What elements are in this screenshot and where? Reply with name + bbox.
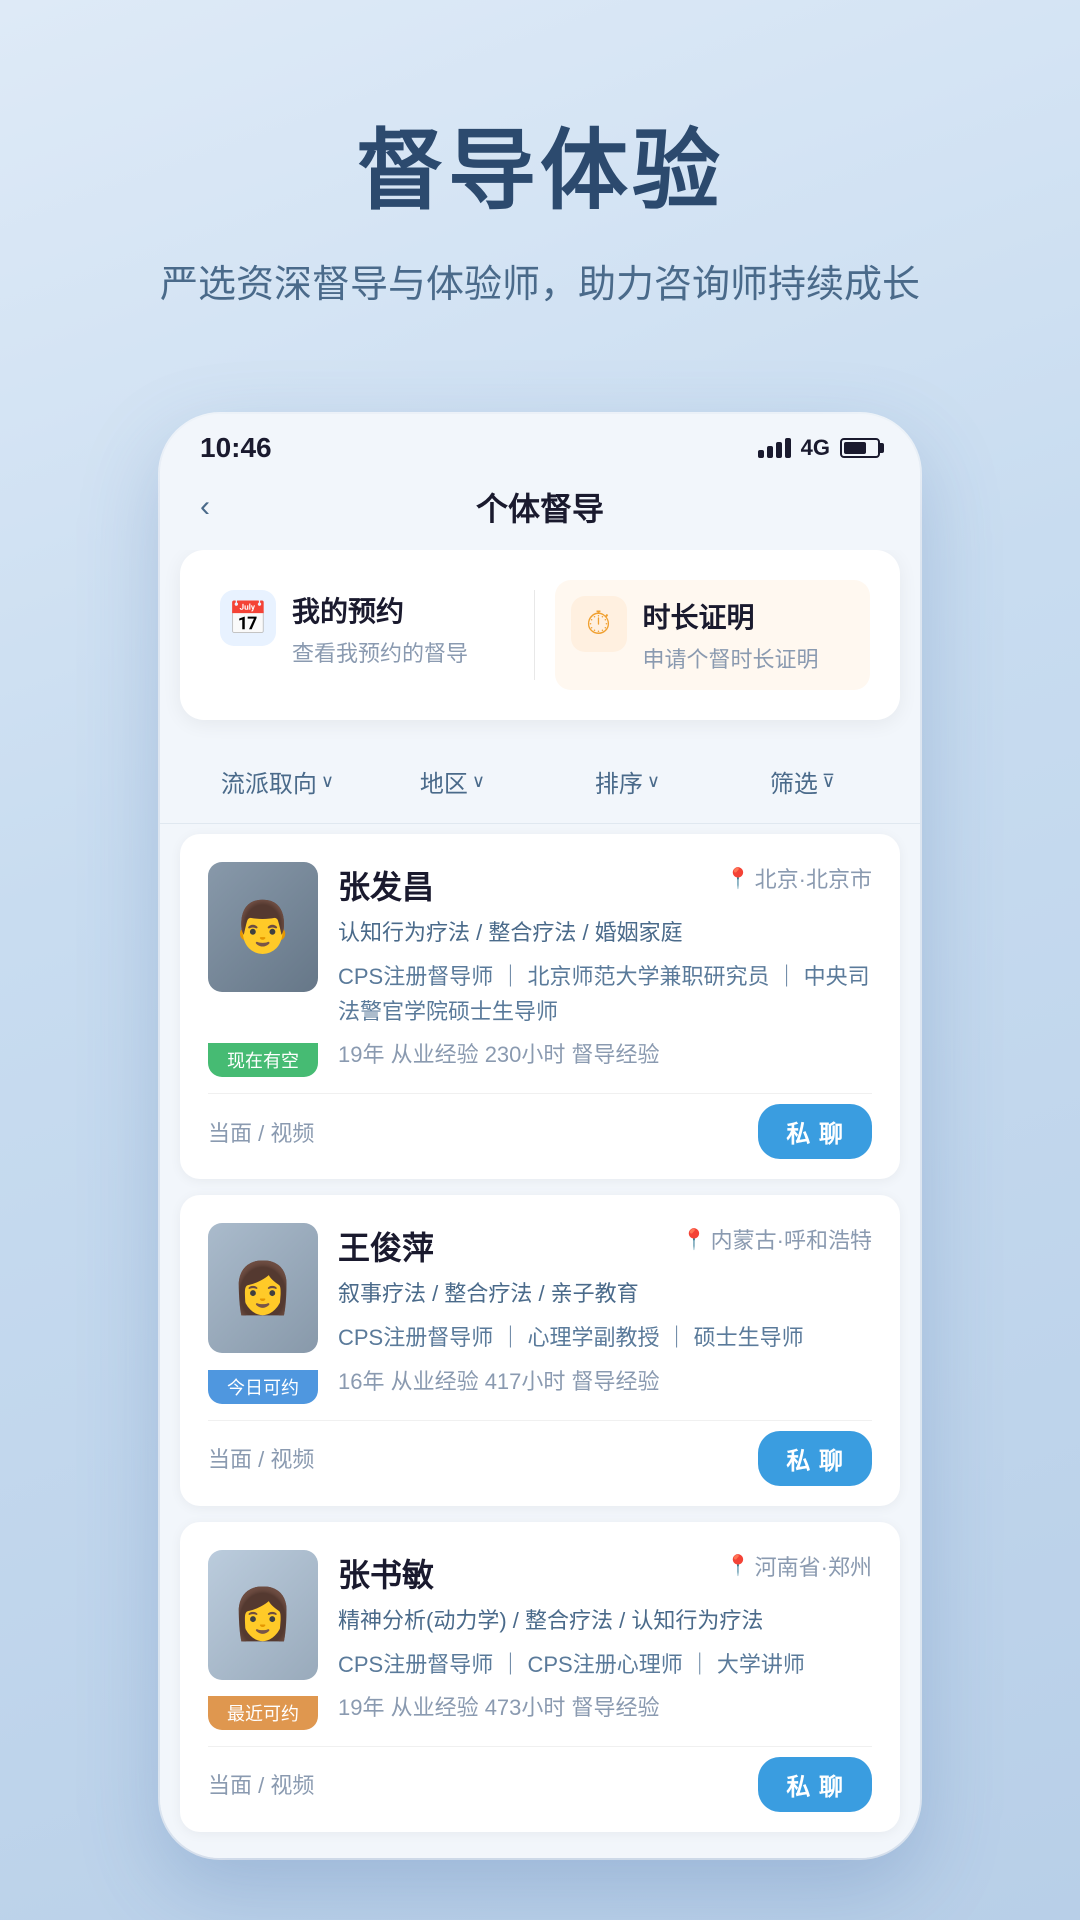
supervisor-card-1: 👩 今日可约 王俊萍 📍 内蒙古·呼和浩特 叙事疗法 / 整合疗法 / 亲子教育 — [180, 1195, 900, 1505]
supervisor-footer-2: 当面 / 视频 私 聊 — [208, 1746, 872, 1812]
supervisor-tags-1: 叙事疗法 / 整合疗法 / 亲子教育 — [338, 1277, 872, 1310]
supervisor-footer-1: 当面 / 视频 私 聊 — [208, 1420, 872, 1486]
filter-sort[interactable]: 排序 ∨ — [540, 756, 715, 807]
hero-title: 督导体验 — [60, 100, 1020, 227]
duration-cert-subtitle: 申请个督时长证明 — [643, 642, 819, 674]
status-icons: 4G — [758, 435, 880, 461]
phone-mockup: 10:46 4G ‹ 个体督导 📅 — [160, 414, 920, 1858]
supervisor-info-0: 张发昌 📍 北京·北京市 认知行为疗法 / 整合疗法 / 婚姻家庭 CPS注册督… — [338, 862, 872, 1077]
signal-bar-1 — [758, 450, 764, 458]
card-appointment[interactable]: 📅 我的预约 查看我预约的督导 — [210, 580, 514, 690]
nav-bar: ‹ 个体督导 — [160, 474, 920, 550]
supervisor-cred-0: CPS注册督导师 ｜ 北京师范大学兼职研究员 ｜ 中央司法警官学院硕士生导师 — [338, 959, 872, 1029]
chat-btn-2[interactable]: 私 聊 — [758, 1757, 872, 1812]
chat-btn-1[interactable]: 私 聊 — [758, 1431, 872, 1486]
location-icon-2: 📍 — [726, 1553, 751, 1578]
card-divider — [534, 590, 535, 680]
filter-sort-label: 排序 — [595, 764, 643, 799]
supervisor-header-2: 👩 最近可约 张书敏 📍 河南省·郑州 精神分析(动力学) / 整合疗法 / 认… — [208, 1550, 872, 1730]
quick-cards: 📅 我的预约 查看我预约的督导 ⏱ 时长证明 申请个督时长证明 — [180, 550, 900, 720]
supervisor-location-2: 📍 河南省·郑州 — [726, 1550, 872, 1582]
supervisor-top-1: 王俊萍 📍 内蒙古·呼和浩特 — [338, 1223, 872, 1269]
status-time: 10:46 — [200, 432, 272, 464]
filter-region-label: 地区 — [420, 764, 468, 799]
filter-school[interactable]: 流派取向 ∨ — [190, 756, 365, 807]
hero-section: 督导体验 严选资深督导与体验师，助力咨询师持续成长 — [0, 0, 1080, 374]
signal-bars — [758, 438, 791, 458]
status-4g: 4G — [801, 435, 830, 461]
supervisor-tags-0: 认知行为疗法 / 整合疗法 / 婚姻家庭 — [338, 916, 872, 949]
filter-screen-icon: ⊽ — [822, 771, 835, 792]
hero-subtitle: 严选资深督导与体验师，助力咨询师持续成长 — [60, 257, 1020, 314]
appointment-title: 我的预约 — [292, 590, 468, 630]
session-type-0: 当面 / 视频 — [208, 1116, 314, 1148]
appointment-text: 我的预约 查看我预约的督导 — [292, 590, 468, 668]
battery-fill — [844, 442, 866, 454]
filter-school-arrow: ∨ — [321, 771, 334, 792]
filter-bar: 流派取向 ∨ 地区 ∨ 排序 ∨ 筛选 ⊽ — [160, 740, 920, 824]
supervisor-tags-2: 精神分析(动力学) / 整合疗法 / 认知行为疗法 — [338, 1604, 872, 1637]
supervisor-location-1: 📍 内蒙古·呼和浩特 — [682, 1223, 872, 1255]
card-duration-cert[interactable]: ⏱ 时长证明 申请个督时长证明 — [555, 580, 871, 690]
supervisor-header-1: 👩 今日可约 王俊萍 📍 内蒙古·呼和浩特 叙事疗法 / 整合疗法 / 亲子教育 — [208, 1223, 872, 1403]
signal-bar-2 — [767, 446, 773, 458]
supervisor-location-text-1: 内蒙古·呼和浩特 — [711, 1223, 872, 1255]
supervisor-header-0: 👨 现在有空 张发昌 📍 北京·北京市 认知行为疗法 / 整合疗法 / 婚姻家庭 — [208, 862, 872, 1077]
page-title: 个体督导 — [476, 484, 604, 530]
supervisor-cred-2: CPS注册督导师 ｜ CPS注册心理师 ｜ 大学讲师 — [338, 1647, 872, 1682]
supervisor-card-0: 👨 现在有空 张发昌 📍 北京·北京市 认知行为疗法 / 整合疗法 / 婚姻家庭 — [180, 834, 900, 1179]
duration-cert-title: 时长证明 — [643, 596, 819, 636]
supervisor-location-text-2: 河南省·郑州 — [755, 1550, 872, 1582]
session-type-2: 当面 / 视频 — [208, 1768, 314, 1800]
supervisor-card-2: 👩 最近可约 张书敏 📍 河南省·郑州 精神分析(动力学) / 整合疗法 / 认… — [180, 1522, 900, 1832]
appointment-subtitle: 查看我预约的督导 — [292, 636, 468, 668]
signal-bar-3 — [776, 442, 782, 458]
supervisor-location-text-0: 北京·北京市 — [755, 862, 872, 894]
supervisor-name-1: 王俊萍 — [338, 1223, 434, 1269]
supervisor-list: 👨 现在有空 张发昌 📍 北京·北京市 认知行为疗法 / 整合疗法 / 婚姻家庭 — [160, 824, 920, 1858]
chat-btn-0[interactable]: 私 聊 — [758, 1104, 872, 1159]
supervisor-name-0: 张发昌 — [338, 862, 434, 908]
supervisor-name-2: 张书敏 — [338, 1550, 434, 1596]
supervisor-footer-0: 当面 / 视频 私 聊 — [208, 1093, 872, 1159]
session-type-1: 当面 / 视频 — [208, 1442, 314, 1474]
filter-sort-arrow: ∨ — [647, 771, 660, 792]
availability-badge-1: 今日可约 — [208, 1370, 318, 1404]
filter-region-arrow: ∨ — [472, 771, 485, 792]
battery-icon — [840, 438, 880, 458]
supervisor-exp-0: 19年 从业经验 230小时 督导经验 — [338, 1037, 872, 1069]
appointment-icon: 📅 — [220, 590, 276, 646]
avatar-wrap-0: 👨 现在有空 — [208, 862, 318, 1077]
avatar-1: 👩 — [208, 1223, 318, 1353]
signal-bar-4 — [785, 438, 791, 458]
filter-screen-label: 筛选 — [770, 764, 818, 799]
supervisor-location-0: 📍 北京·北京市 — [726, 862, 872, 894]
phone-wrapper: 10:46 4G ‹ 个体督导 📅 — [0, 374, 1080, 1918]
avatar-wrap-2: 👩 最近可约 — [208, 1550, 318, 1730]
supervisor-info-2: 张书敏 📍 河南省·郑州 精神分析(动力学) / 整合疗法 / 认知行为疗法 C… — [338, 1550, 872, 1730]
availability-badge-0: 现在有空 — [208, 1043, 318, 1077]
location-icon-0: 📍 — [726, 866, 751, 891]
filter-region[interactable]: 地区 ∨ — [365, 756, 540, 807]
availability-badge-2: 最近可约 — [208, 1696, 318, 1730]
avatar-wrap-1: 👩 今日可约 — [208, 1223, 318, 1403]
supervisor-cred-1: CPS注册督导师 ｜ 心理学副教授 ｜ 硕士生导师 — [338, 1320, 872, 1355]
duration-cert-text: 时长证明 申请个督时长证明 — [643, 596, 819, 674]
supervisor-info-1: 王俊萍 📍 内蒙古·呼和浩特 叙事疗法 / 整合疗法 / 亲子教育 CPS注册督… — [338, 1223, 872, 1403]
back-button[interactable]: ‹ — [200, 490, 210, 524]
supervisor-exp-2: 19年 从业经验 473小时 督导经验 — [338, 1690, 872, 1722]
location-icon-1: 📍 — [682, 1227, 707, 1252]
duration-cert-icon: ⏱ — [571, 596, 627, 652]
filter-screen[interactable]: 筛选 ⊽ — [715, 756, 890, 807]
avatar-0: 👨 — [208, 862, 318, 992]
supervisor-top-2: 张书敏 📍 河南省·郑州 — [338, 1550, 872, 1596]
status-bar: 10:46 4G — [160, 414, 920, 474]
supervisor-top-0: 张发昌 📍 北京·北京市 — [338, 862, 872, 908]
filter-school-label: 流派取向 — [221, 764, 317, 799]
avatar-2: 👩 — [208, 1550, 318, 1680]
supervisor-exp-1: 16年 从业经验 417小时 督导经验 — [338, 1364, 872, 1396]
